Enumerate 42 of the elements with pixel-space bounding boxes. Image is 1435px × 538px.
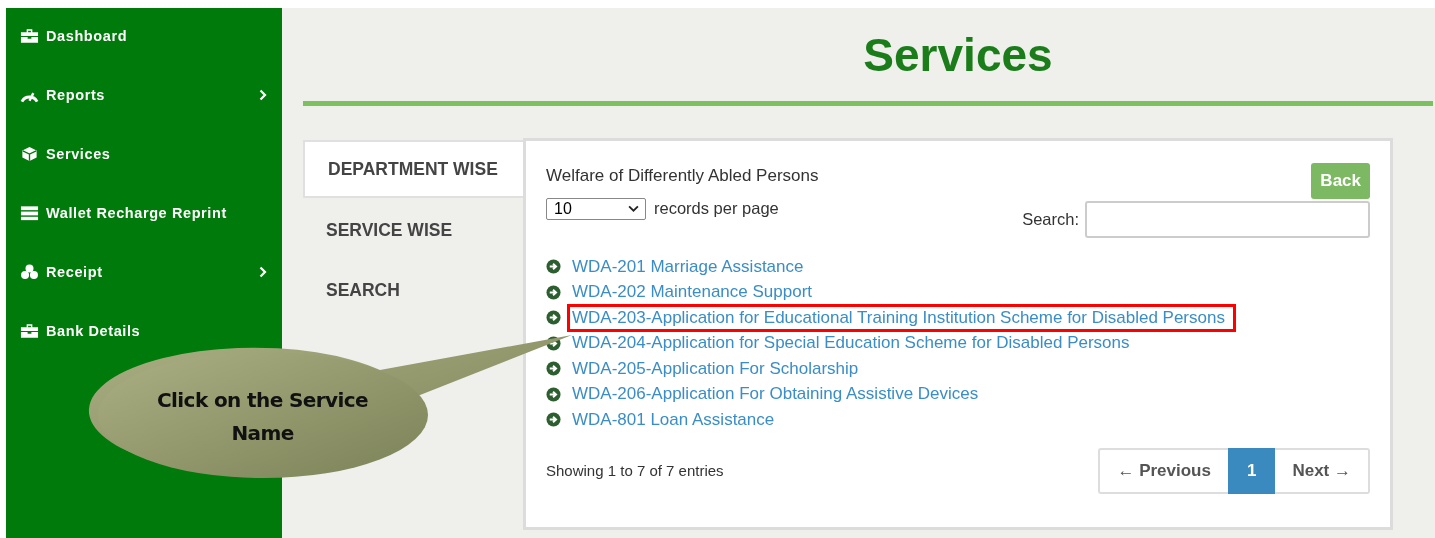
arrow-circle-icon — [546, 310, 561, 326]
service-link[interactable]: WDA-201 Marriage Assistance — [567, 252, 815, 281]
sidebar-label: Wallet Recharge Reprint — [46, 205, 228, 221]
sidebar-item[interactable]: Services — [6, 144, 282, 164]
pagination-button[interactable]: ← Previous — [1098, 447, 1228, 494]
tab[interactable]: SERVICE WISE — [303, 202, 523, 258]
arrow-circle-icon — [546, 361, 561, 377]
arrow-circle-icon — [546, 284, 561, 300]
department-heading: Welfare of Differently Abled Persons — [546, 166, 819, 186]
chevron-right-icon — [259, 266, 267, 278]
chevron-right-icon — [259, 89, 267, 101]
sidebar-label: Receipt — [46, 264, 104, 280]
caret-icon — [628, 205, 639, 212]
entries-info: Showing 1 to 7 of 7 entries — [546, 462, 724, 479]
cube-icon — [20, 146, 39, 162]
callout-text: Click on the Service Name — [156, 387, 369, 447]
arrow-circle-icon — [546, 412, 561, 428]
sidebar-item[interactable]: Dashboard — [6, 26, 282, 46]
page-size-select[interactable]: 10 — [546, 197, 646, 220]
service-link[interactable]: WDA-203-Application for Educational Training Institution Scheme for Disabled Persons — [567, 303, 1236, 332]
page-size-label: records per page — [654, 199, 779, 218]
sidebar-label: Dashboard — [46, 28, 129, 44]
sidebar-label: Services — [46, 146, 112, 162]
briefcase-icon — [20, 323, 39, 339]
sidebar-item[interactable]: Bank Details — [6, 321, 282, 341]
pagination-button[interactable]: Next → — [1275, 447, 1370, 494]
tab[interactable]: DEPARTMENT WISE — [303, 140, 523, 198]
sidebar-item[interactable]: Reports — [6, 85, 282, 105]
tab[interactable]: SEARCH — [303, 262, 523, 318]
search-label: Search: — [1022, 210, 1079, 229]
server-icon — [20, 205, 39, 221]
sidebar-label: Reports — [46, 87, 106, 103]
briefcase-icon — [20, 28, 39, 44]
page-number-button[interactable]: 1 — [1227, 447, 1276, 494]
page-title: Services — [863, 27, 1053, 82]
search-field[interactable] — [1085, 201, 1370, 238]
sidebar-item[interactable]: Receipt — [6, 262, 282, 282]
sidebar-item[interactable]: Wallet Recharge Reprint — [6, 203, 282, 223]
cubes-icon — [20, 264, 39, 280]
sidebar-label: Bank Details — [46, 323, 142, 339]
arrow-circle-icon — [546, 386, 561, 402]
arrow-circle-icon — [546, 259, 561, 275]
